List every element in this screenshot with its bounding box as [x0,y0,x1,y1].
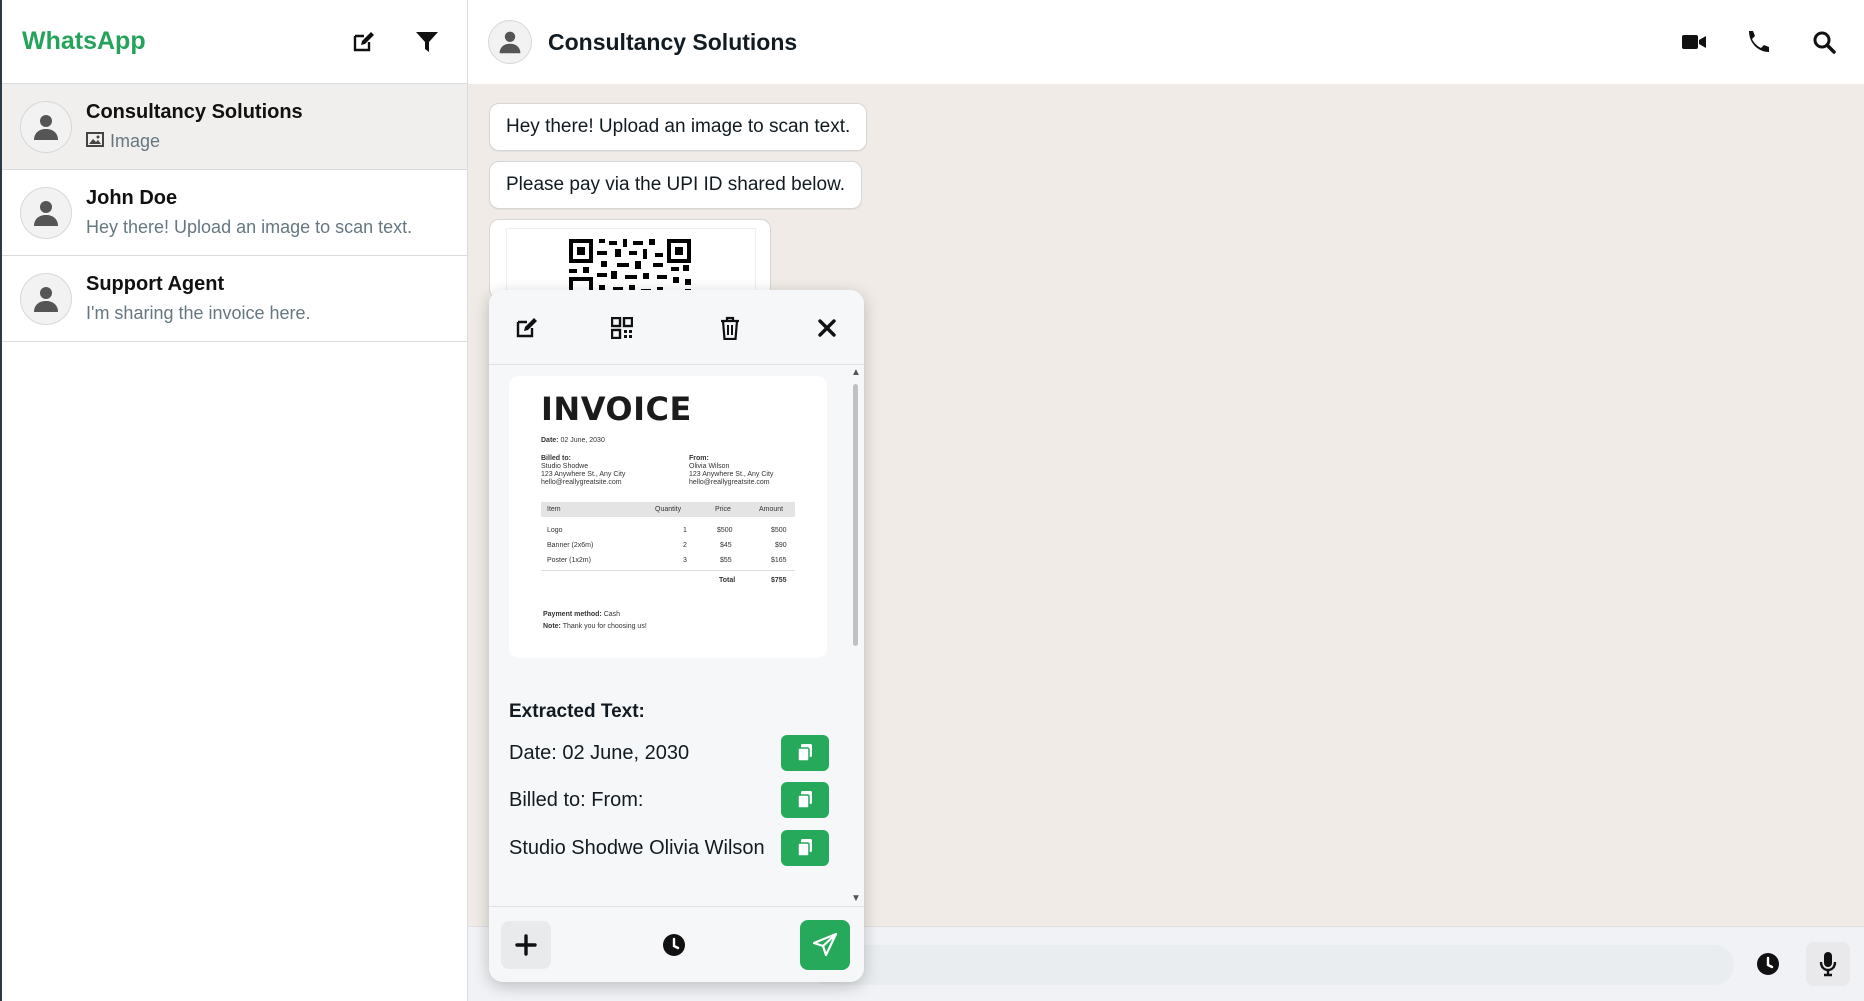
qr-code-icon[interactable] [602,308,642,348]
clock-icon[interactable] [653,924,695,966]
extracted-line-text: Studio Shodwe Olivia Wilson [509,836,765,859]
message-bubble: Please pay via the UPI ID shared below. [489,161,863,209]
invoice-cell: Banner (2x6m) [547,542,594,549]
invoice-cell: $90 [775,542,787,549]
invoice-cell: Logo [547,527,563,534]
extracted-line-row: Billed to: From: [509,776,829,824]
invoice-title: INVOICE [541,390,692,428]
extracted-line-text: Date: 02 June, 2030 [509,741,690,764]
invoice-image: INVOICE Date: 02 June, 2030 Billed to: S… [509,376,827,658]
invoice-cell: $45 [720,542,732,549]
app-brand: WhatsApp [22,27,146,55]
chat-item-consultancy-solutions[interactable]: Consultancy Solutions Image [2,84,467,170]
send-button[interactable] [800,920,850,970]
add-button[interactable] [501,921,551,969]
avatar [20,100,72,153]
chat-preview: I'm sharing the invoice here. [86,303,311,323]
invoice-cell: Poster (1x2m) [547,557,591,564]
video-call-icon[interactable] [1674,22,1714,62]
clock-icon[interactable] [1746,942,1790,986]
avatar [20,186,72,239]
chat-item-john-doe[interactable]: John Doe Hey there! Upload an image to s… [2,170,467,256]
invoice-cell: $500 [771,527,787,534]
qr-image-message[interactable] [489,219,771,299]
filter-icon[interactable] [407,22,447,62]
chat-name: Consultancy Solutions [86,101,303,123]
billed-to-line: hello@reallygreatsite.com [541,479,622,486]
payment-method-label: Payment method: [543,611,602,618]
extracted-line-row: Studio Shodwe Olivia Wilson [509,824,829,872]
popup-content: INVOICE Date: 02 June, 2030 Billed to: S… [489,366,864,906]
extracted-line-text: Billed to: From: [509,788,644,811]
message-bubble: Hey there! Upload an image to scan text. [489,103,868,151]
invoice-cell: $55 [720,557,732,564]
popup-footer [489,906,864,982]
chat-preview: Hey there! Upload an image to scan text. [86,217,413,237]
extracted-line-row: Date: 02 June, 2030 [509,729,829,777]
copy-icon [797,839,812,857]
invoice-cell: 3 [683,557,687,564]
message-input[interactable] [808,945,1734,985]
extracted-text-heading: Extracted Text: [509,701,645,722]
avatar [20,272,72,325]
from-label: From: [689,455,709,462]
close-icon[interactable] [807,308,847,348]
invoice-column-header: Quantity [655,506,682,513]
plus-icon [515,934,537,956]
chat-title: Consultancy Solutions [548,28,798,55]
avatar[interactable] [488,20,532,64]
new-chat-edit-icon[interactable] [343,22,383,62]
copy-button[interactable] [781,735,829,771]
search-icon[interactable] [1804,22,1844,62]
qr-code-image [569,239,691,298]
invoice-divider [541,570,795,571]
invoice-column-header: Amount [759,506,784,513]
invoice-column-header: Item [547,506,561,513]
scroll-down-arrow-icon[interactable]: ▼ [851,894,861,904]
chat-name: Support Agent [86,273,225,295]
from-line: hello@reallygreatsite.com [689,479,770,486]
send-icon [812,932,838,957]
copy-button[interactable] [781,830,829,866]
invoice-total-label: Total [719,577,736,584]
sidebar-header: WhatsApp [2,0,467,84]
chat-sidebar: WhatsApp Consultancy Solutions Image Joh [0,0,468,1001]
chat-preview: Image [110,131,161,151]
note-label: Note: [543,623,561,630]
invoice-column-header: Price [715,506,731,513]
invoice-cell: 1 [683,527,687,534]
edit-icon[interactable] [506,308,546,348]
copy-icon [797,791,812,809]
trash-icon[interactable] [710,308,750,348]
invoice-cell: $500 [717,527,733,534]
note-value: Thank you for choosing us! [562,623,647,630]
image-icon [86,128,104,154]
invoice-date-label: Date: [541,437,559,444]
microphone-icon[interactable] [1806,942,1850,986]
chat-header: Consultancy Solutions [468,0,1864,84]
invoice-cell: 2 [683,542,687,549]
invoice-total-value: $755 [771,577,787,584]
popup-toolbar [489,290,864,365]
chat-name: John Doe [86,187,178,209]
popup-scrollbar[interactable]: ▲ ▼ [850,366,862,906]
scroll-up-arrow-icon[interactable]: ▲ [851,368,861,378]
copy-icon [797,744,812,762]
invoice-cell: $165 [771,557,787,564]
invoice-date: 02 June, 2030 [560,437,605,444]
copy-button[interactable] [781,782,829,818]
phone-icon[interactable] [1739,22,1779,62]
scroll-thumb[interactable] [853,384,858,646]
image-scan-popup: INVOICE Date: 02 June, 2030 Billed to: S… [489,290,864,982]
billed-to-label: Billed to: [541,455,571,462]
payment-method-value: Cash [603,611,621,618]
chat-item-support-agent[interactable]: Support Agent I'm sharing the invoice he… [2,256,467,342]
